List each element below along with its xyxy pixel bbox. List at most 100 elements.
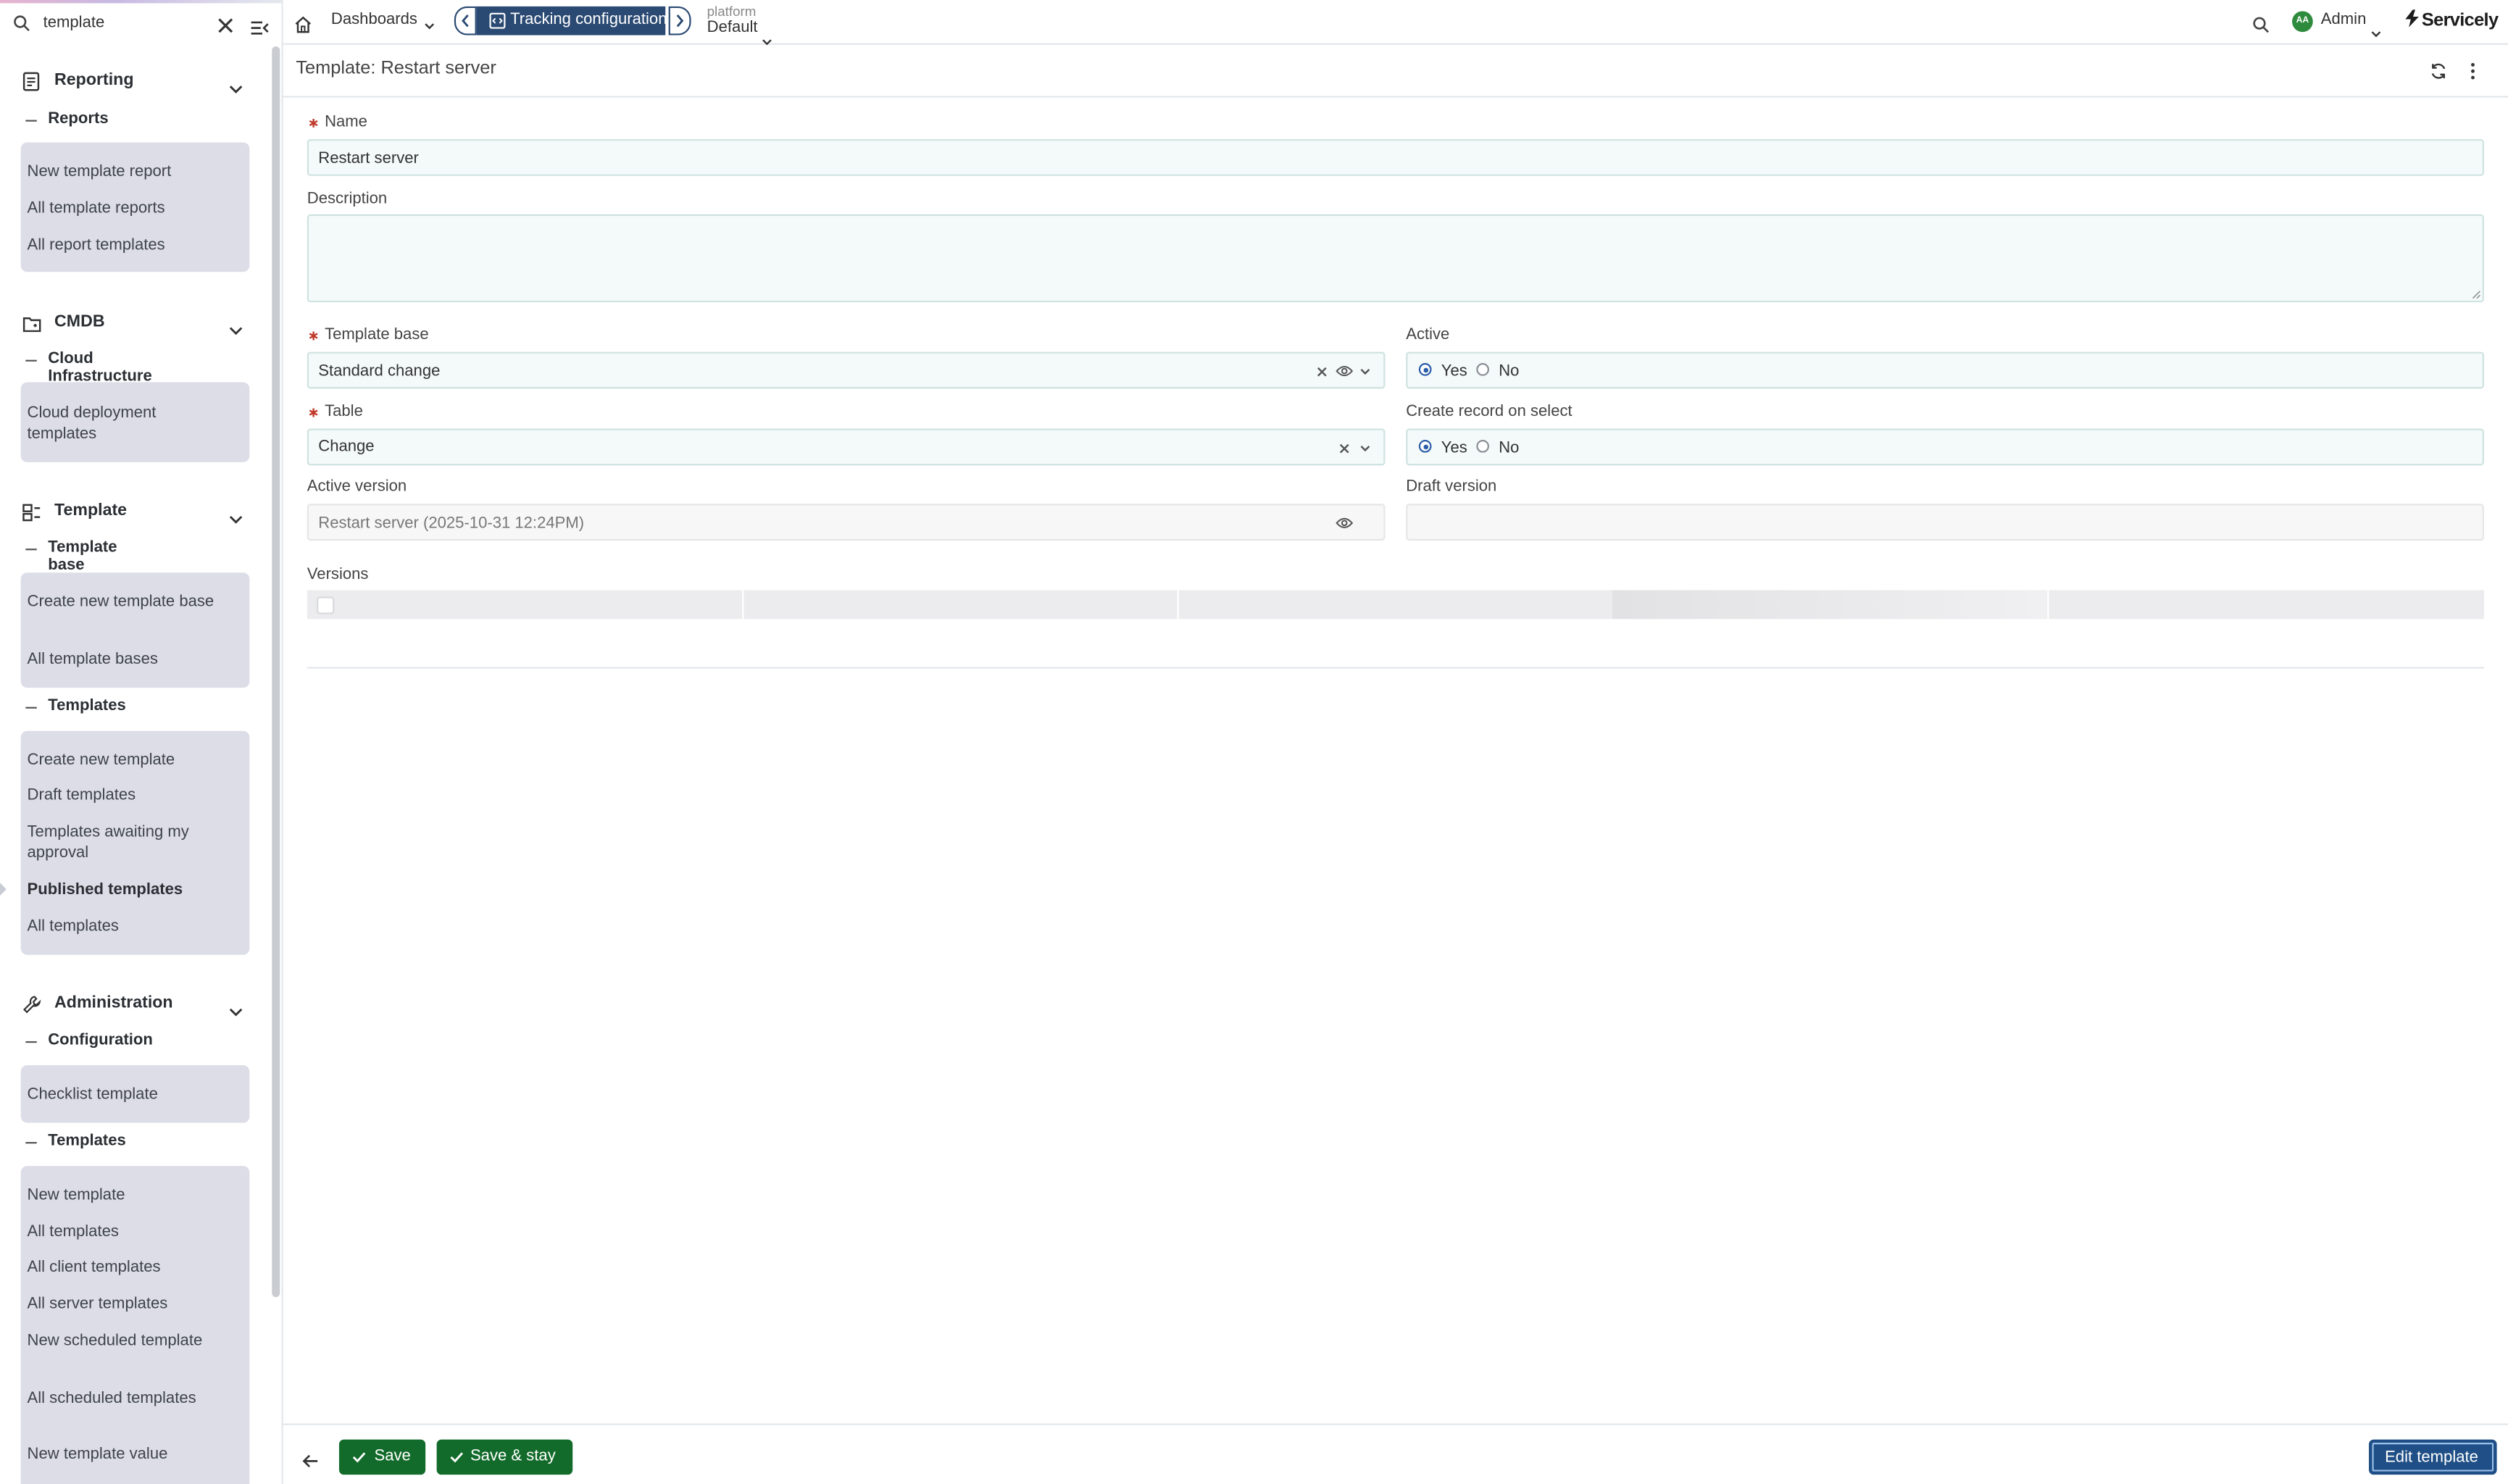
- sidebar-item-create-new-template-base[interactable]: Create new template base: [28, 592, 226, 613]
- tab-next-button[interactable]: [668, 6, 691, 36]
- sidebar-item-new-template-report[interactable]: New template report: [28, 162, 226, 183]
- versions-column-header[interactable]: [1178, 590, 1615, 620]
- active-yes-radio[interactable]: [1418, 363, 1432, 376]
- sidebar-item-draft-templates[interactable]: Draft templates: [28, 785, 226, 806]
- sidebar-item-checklist-template[interactable]: Checklist template: [28, 1085, 226, 1106]
- create-record-radio-group: Yes No: [1406, 428, 2484, 466]
- draft-version-field[interactable]: [1406, 504, 2484, 541]
- arrow-left-icon[interactable]: [302, 1448, 318, 1477]
- check-icon: [450, 1452, 463, 1463]
- avatar[interactable]: AA: [2292, 11, 2313, 33]
- required-asterisk-icon: [309, 331, 318, 341]
- edit-template-label: Edit template: [2385, 1448, 2478, 1467]
- sidebar-item-templates-awaiting-approval[interactable]: Templates awaiting my approval: [28, 822, 226, 864]
- chevron-down-icon[interactable]: [1359, 368, 1370, 376]
- brand-name: Servicely: [2421, 11, 2499, 30]
- versions-column-header[interactable]: [1612, 590, 2049, 620]
- versions-table-body: [307, 619, 2484, 669]
- save-label: Save: [374, 1447, 411, 1465]
- resize-handle-icon[interactable]: [2471, 290, 2481, 299]
- create-record-yes-radio[interactable]: [1418, 440, 1432, 453]
- dashboards-menu[interactable]: Dashboards: [331, 11, 435, 30]
- active-yes-label: Yes: [1441, 363, 1467, 381]
- description-textarea[interactable]: [307, 214, 2484, 303]
- active-no-radio[interactable]: [1476, 363, 1489, 376]
- versions-column-header[interactable]: [742, 590, 1179, 620]
- table-select[interactable]: Change: [307, 428, 1386, 466]
- sidebar-section-label: CMDB: [54, 312, 105, 331]
- name-input[interactable]: Restart server: [307, 139, 2484, 176]
- sidebar-group-label: Reports: [48, 110, 109, 128]
- collapse-menu-icon[interactable]: [251, 14, 269, 43]
- sidebar-item-published-templates[interactable]: Published templates: [28, 880, 226, 901]
- create-record-no-radio[interactable]: [1476, 440, 1489, 453]
- chevron-down-icon[interactable]: [229, 74, 243, 103]
- eye-icon[interactable]: [1336, 517, 1354, 530]
- active-label: Active: [1406, 326, 1450, 344]
- sidebar-item-all-client-templates[interactable]: All client templates: [28, 1257, 226, 1278]
- sidebar-item-new-template-value[interactable]: New template value: [28, 1444, 226, 1465]
- eye-icon[interactable]: [1336, 364, 1354, 378]
- chevron-down-icon[interactable]: [2370, 17, 2381, 46]
- user-menu-label[interactable]: Admin: [2321, 11, 2367, 28]
- sidebar-item-all-scheduled-templates[interactable]: All scheduled templates: [28, 1388, 226, 1409]
- sidebar-item-all-server-templates[interactable]: All server templates: [28, 1294, 226, 1315]
- page-title: Template: Restart server: [296, 59, 496, 79]
- sidebar-section-reporting[interactable]: Reporting: [13, 62, 253, 98]
- create-record-yes-label: Yes: [1441, 440, 1467, 458]
- tab-tracking-configuration[interactable]: Tracking configuration: [476, 6, 667, 36]
- active-version-value: Restart server (2025-10-31 12:24PM): [318, 514, 585, 533]
- refresh-icon[interactable]: [2430, 59, 2447, 88]
- sidebar-item-all-templates-admin[interactable]: All templates: [28, 1222, 226, 1243]
- save-button[interactable]: Save: [338, 1439, 426, 1475]
- sidebar-section-administration[interactable]: Administration: [13, 985, 253, 1021]
- sidebar-item-new-scheduled-template[interactable]: New scheduled template: [28, 1330, 226, 1351]
- active-version-field[interactable]: Restart server (2025-10-31 12:24PM): [307, 504, 1386, 541]
- template-base-select[interactable]: Standard change: [307, 351, 1386, 389]
- sidebar-group-label: Configuration: [48, 1031, 153, 1049]
- sidebar-item-cloud-deployment-templates[interactable]: Cloud deployment templates: [28, 403, 226, 444]
- edit-template-button[interactable]: Edit template: [2369, 1439, 2497, 1475]
- dash-icon: [25, 120, 37, 122]
- chevron-left-icon: [462, 14, 469, 28]
- record-header: Template: Restart server: [283, 45, 2508, 98]
- sidebar-item-all-templates[interactable]: All templates: [28, 917, 226, 938]
- sidebar-scrollbar[interactable]: [272, 46, 280, 1298]
- chevron-down-icon[interactable]: [229, 504, 243, 533]
- sidebar-section-cmdb[interactable]: CMDB: [13, 304, 253, 339]
- table-value: Change: [318, 438, 375, 457]
- home-icon[interactable]: [294, 13, 312, 42]
- close-icon[interactable]: [217, 13, 233, 42]
- sidebar-section-template[interactable]: Template: [13, 493, 253, 528]
- chevron-down-icon[interactable]: [229, 996, 243, 1025]
- table-label: Table: [325, 403, 363, 421]
- sidebar-item-group: [20, 572, 250, 688]
- code-window-icon: [489, 12, 506, 34]
- search-icon[interactable]: [2252, 13, 2270, 42]
- name-label: Name: [325, 113, 367, 131]
- clear-icon[interactable]: [1339, 443, 1350, 454]
- more-vertical-icon[interactable]: [2470, 59, 2476, 88]
- create-record-label: Create record on select: [1406, 403, 1572, 421]
- tab-prev-button[interactable]: [454, 6, 477, 36]
- brand-logo: Servicely: [2404, 9, 2499, 32]
- required-asterisk-icon: [309, 119, 318, 128]
- clear-icon[interactable]: [1317, 366, 1328, 377]
- platform-label: platform: [707, 3, 757, 20]
- sidebar-search-input[interactable]: [43, 9, 204, 36]
- save-and-stay-button[interactable]: Save & stay: [436, 1439, 573, 1475]
- sidebar-item-new-template[interactable]: New template: [28, 1185, 226, 1206]
- draft-version-label: Draft version: [1406, 478, 1497, 496]
- sidebar-item-create-new-template[interactable]: Create new template: [28, 750, 226, 771]
- versions-column-header[interactable]: [307, 590, 744, 620]
- sidebar-item-all-template-reports[interactable]: All template reports: [28, 199, 226, 220]
- chevron-down-icon[interactable]: [1359, 445, 1370, 453]
- sidebar-item-all-report-templates[interactable]: All report templates: [28, 235, 226, 256]
- template-icon: [22, 501, 41, 530]
- chevron-down-icon: [424, 17, 435, 35]
- dash-icon: [25, 549, 37, 551]
- sidebar-item-all-template-bases[interactable]: All template bases: [28, 649, 226, 670]
- chevron-down-icon[interactable]: [229, 315, 243, 344]
- report-icon: [22, 70, 40, 99]
- versions-label: Versions: [307, 566, 369, 584]
